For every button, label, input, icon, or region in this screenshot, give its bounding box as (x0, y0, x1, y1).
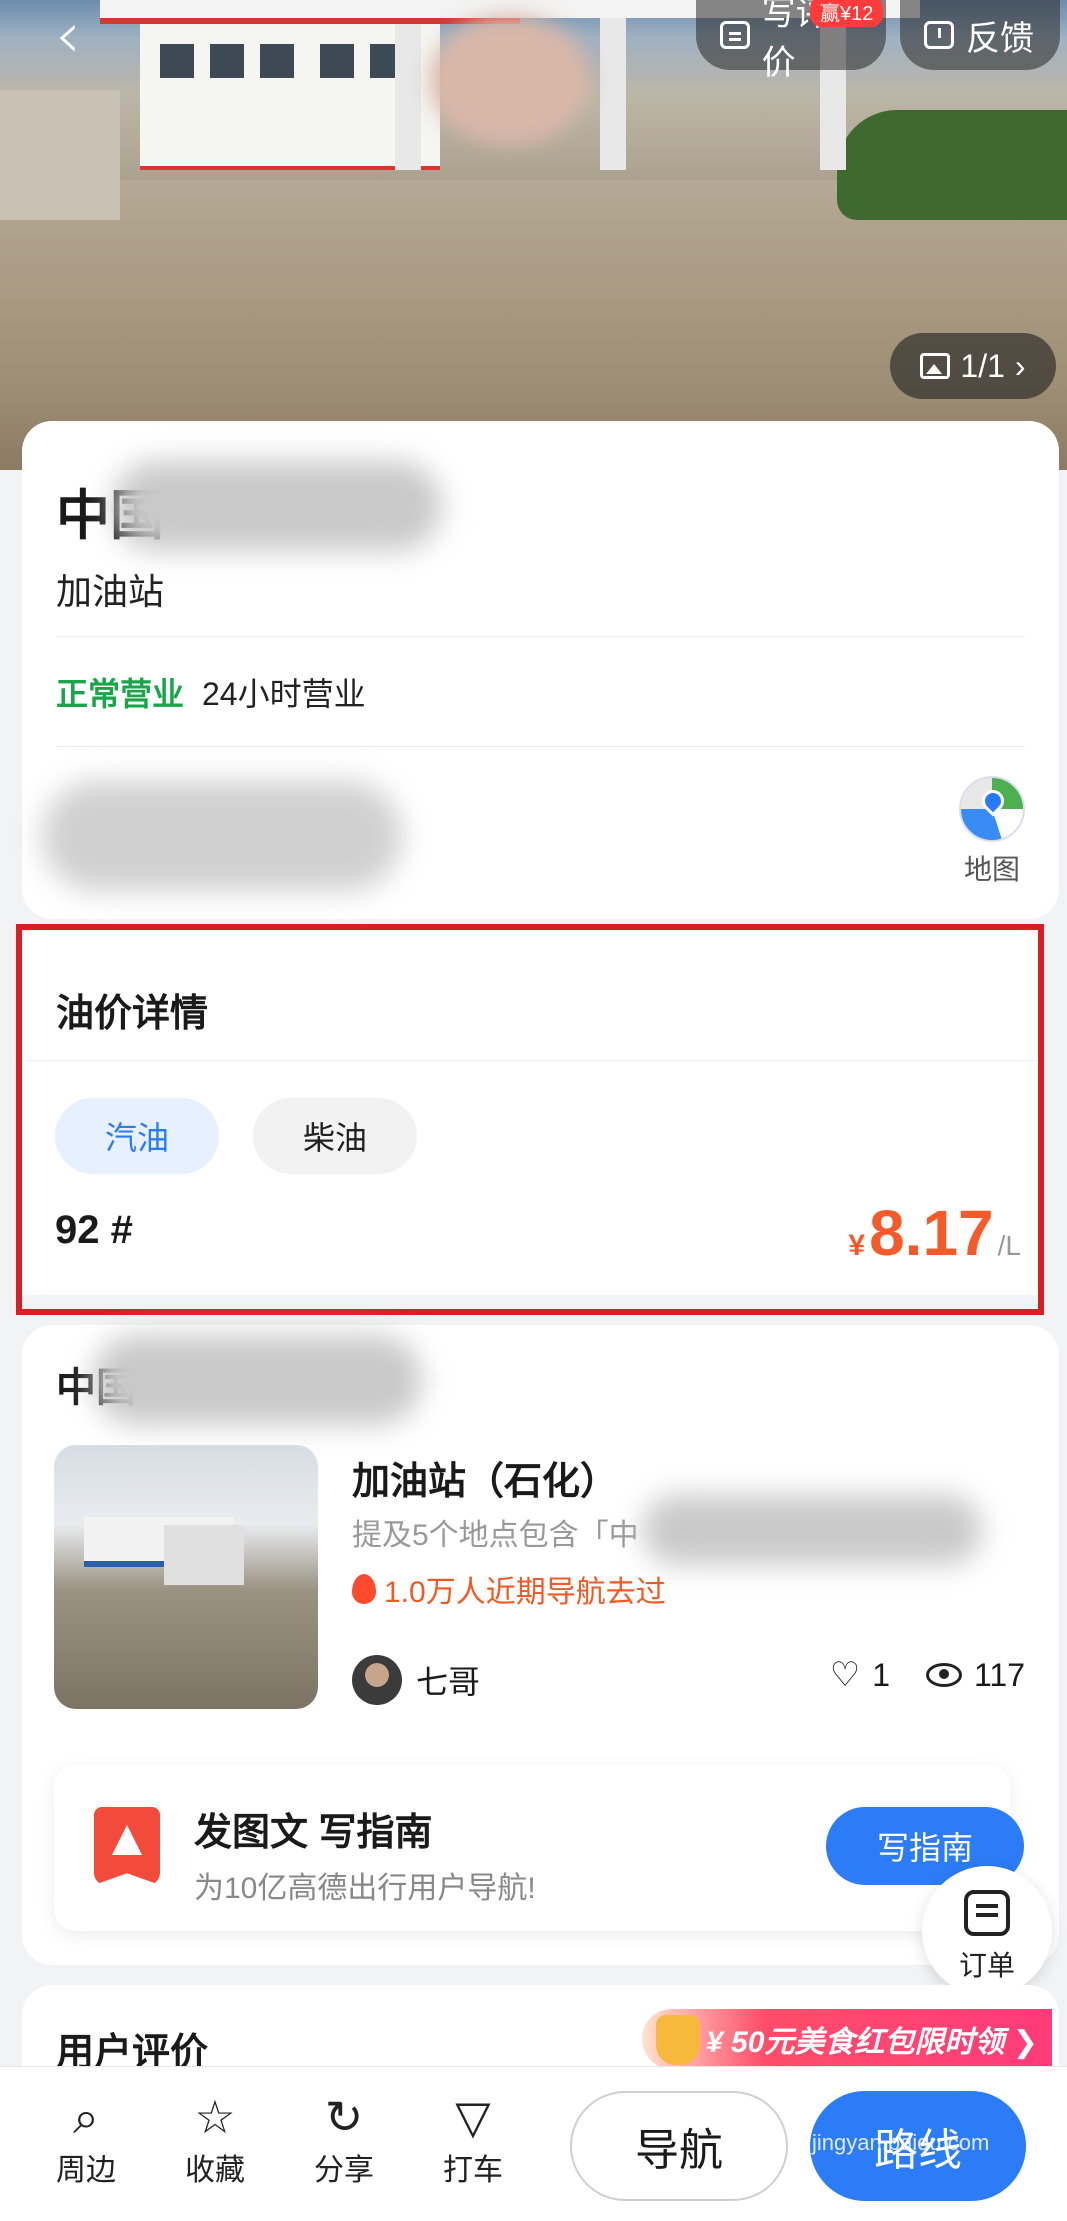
author-name: 七哥 (416, 1664, 481, 1700)
order-icon (964, 1890, 1010, 1936)
poi-category: 加油站 (56, 571, 165, 612)
views-count: 117 (973, 1656, 1025, 1693)
photo-bushes (837, 110, 1067, 220)
favorite-label: 收藏 (185, 2154, 245, 2187)
redacted-title (112, 461, 442, 551)
share-button[interactable]: ↻ 分享 (294, 2089, 394, 2189)
food-coupon-text: ¥ 50元美食红包限时领 ❯ (706, 2026, 1038, 2059)
earn-badge: 赢¥12 (810, 0, 884, 27)
redacted-address[interactable] (42, 781, 402, 891)
money-bag-icon (656, 2015, 700, 2065)
promo-title: 发图文 写指南 (194, 1812, 433, 1854)
order-label: 订单 (958, 1950, 1015, 1981)
likes-stat[interactable]: ♡ 1 (830, 1655, 890, 1695)
flame-icon (352, 1574, 376, 1604)
guide-name[interactable]: 加油站（石化） (352, 1450, 618, 1505)
map-button[interactable]: 地图 (952, 776, 1032, 888)
fuel-price: ¥ 8.17 /L (848, 1196, 1021, 1270)
image-icon (920, 353, 951, 379)
views-stat: 117 (925, 1656, 1025, 1694)
photo-blur (430, 15, 590, 145)
guide-card: 中国 加油站（石化） 提及5个地点包含「中 1.0万人近期导航去过 七哥 ♡ 1… (22, 1325, 1059, 1965)
guide-mention: 提及5个地点包含「中 (352, 1519, 639, 1552)
price-currency: ¥ (848, 1229, 866, 1262)
watermark: jingyan.baidu.com (812, 2130, 990, 2155)
share-icon: ↻ (324, 2090, 364, 2144)
order-button[interactable]: 订单 (922, 1866, 1052, 1996)
map-icon (959, 776, 1025, 842)
promo-subtitle: 为10亿高德出行用户导航! (194, 1872, 536, 1905)
taxi-icon: ▽ (455, 2090, 491, 2144)
chevron-right-icon: › (1014, 347, 1026, 384)
write-guide-promo[interactable]: 发图文 写指南 为10亿高德出行用户导航! 写指南 (54, 1765, 1024, 1931)
price-value: 8.17 (869, 1197, 994, 1269)
comment-icon (720, 21, 750, 49)
star-icon: ☆ (194, 2090, 236, 2144)
hero-photo[interactable] (0, 0, 1067, 470)
eye-icon (925, 1663, 962, 1687)
tab-gasoline[interactable]: 汽油 (55, 1098, 219, 1174)
search-icon: ⌕ (73, 2090, 99, 2144)
fuel-grade: 92 # (55, 1208, 133, 1252)
avatar (352, 1655, 402, 1705)
nearby-button[interactable]: ⌕ 周边 (36, 2089, 136, 2189)
food-coupon-banner[interactable]: ¥ 50元美食红包限时领 ❯ (642, 2009, 1052, 2069)
navigate-button[interactable]: 导航 (570, 2091, 788, 2201)
taxi-button[interactable]: ▽ 打车 (423, 2089, 523, 2189)
guide-stats: ♡ 1 117 (830, 1655, 1025, 1695)
photo-counter[interactable]: 1/1 › (890, 333, 1056, 399)
opening-hours: 24小时营业 (202, 676, 366, 712)
nearby-label: 周边 (56, 2154, 116, 2187)
photo-wall (0, 90, 120, 220)
likes-count: 1 (872, 1656, 890, 1693)
taxi-label: 打车 (443, 2154, 503, 2187)
feedback-label: 反馈 (966, 19, 1034, 58)
amap-logo-icon (94, 1807, 160, 1885)
redacted-mention (642, 1495, 982, 1565)
guide-heat: 1.0万人近期导航去过 (352, 1567, 666, 1611)
redacted-guide-title (92, 1335, 422, 1425)
back-button[interactable]: ‹ (55, 4, 115, 68)
open-status: 正常营业 (56, 676, 185, 712)
map-label: 地图 (963, 854, 1020, 885)
oil-price-title: 油价详情 (56, 993, 209, 1035)
feedback-icon (924, 21, 954, 49)
share-label: 分享 (314, 2154, 374, 2187)
chevron-left-icon: ‹ (55, 0, 81, 73)
guide-author[interactable]: 七哥 (352, 1655, 480, 1705)
price-unit: /L (997, 1230, 1021, 1261)
tab-diesel[interactable]: 柴油 (253, 1098, 417, 1174)
guide-heat-text: 1.0万人近期导航去过 (384, 1576, 666, 1609)
favorite-button[interactable]: ☆ 收藏 (165, 2089, 265, 2189)
photo-counter-text: 1/1 (960, 347, 1005, 384)
poi-info-card: 中国 加油站 正常营业 24小时营业 地图 (22, 421, 1059, 919)
guide-thumbnail[interactable] (54, 1445, 318, 1709)
feedback-button[interactable]: 反馈 (900, 0, 1060, 70)
heart-icon: ♡ (829, 1656, 861, 1694)
